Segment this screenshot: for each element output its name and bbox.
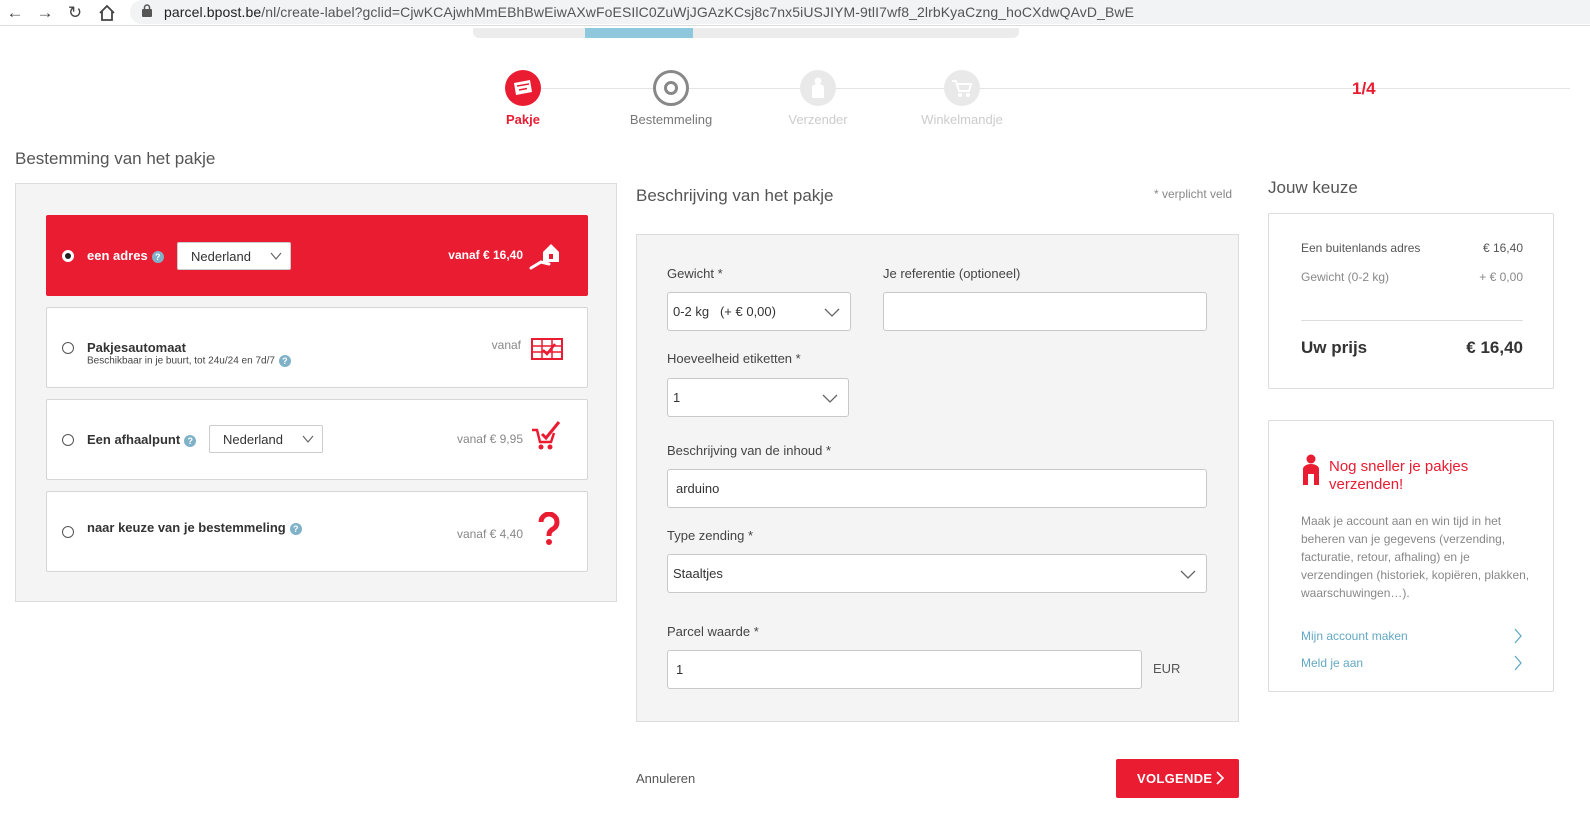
country-select-pickup[interactable]: Nederland <box>209 425 323 453</box>
form-title: Beschrijving van het pakje <box>636 186 834 205</box>
chevron-right-icon <box>1514 655 1522 671</box>
destination-title: Bestemming van het pakje <box>15 149 216 168</box>
summary-line-weight: Gewicht (0-2 kg) + € 0,00 <box>1301 270 1523 284</box>
login-link[interactable]: Meld je aan <box>1301 655 1523 671</box>
summary-divider <box>1301 320 1523 321</box>
parcel-value-input[interactable]: 1 <box>667 650 1142 689</box>
option-label: Pakjesautomaat <box>87 340 186 355</box>
weight-select[interactable]: 0-2 kg (+ € 0,00) <box>667 292 851 331</box>
house-hand-icon <box>529 244 559 270</box>
locker-icon <box>531 338 563 360</box>
promo-text: Maak je account aan en win tijd in het b… <box>1301 514 1530 600</box>
weight-label: Gewicht * <box>667 266 723 281</box>
parcel-value-label: Parcel waarde * <box>667 624 759 639</box>
address-bar[interactable]: parcel.bpost.be/nl/create-label?gclid=Cj… <box>130 0 1590 24</box>
chevron-down-icon <box>822 394 838 403</box>
info-icon[interactable]: ? <box>278 355 291 367</box>
info-icon[interactable]: ? <box>151 250 164 263</box>
chevron-right-icon <box>1216 771 1225 785</box>
option-price: vanaf € 16,40 <box>448 248 523 262</box>
step-label: Pakje <box>506 112 540 127</box>
top-strip-active <box>585 28 693 38</box>
option-label: een adres? <box>87 248 164 263</box>
type-label: Type zending * <box>667 528 754 543</box>
option-label: Een afhaalpunt? <box>87 432 197 447</box>
radio-address[interactable] <box>62 250 74 262</box>
contents-label: Beschrijving van de inhoud * <box>667 443 832 458</box>
back-icon[interactable]: ← <box>4 2 26 24</box>
required-note: * verplicht veld <box>1154 187 1233 201</box>
step-label: Verzender <box>788 112 848 127</box>
target-icon <box>653 70 689 106</box>
chevron-down-icon <box>824 308 840 317</box>
quantity-select[interactable]: 1 <box>667 378 849 417</box>
person-icon <box>1303 454 1319 485</box>
step-pakje[interactable]: Pakje <box>453 70 593 127</box>
radio-parcel-locker[interactable] <box>62 342 74 354</box>
quantity-label: Hoeveelheid etiketten * <box>667 351 801 366</box>
step-winkelmandje[interactable]: Winkelmandje <box>892 70 1032 127</box>
summary-box: Een buitenlands adres € 16,40 Gewicht (0-… <box>1268 213 1554 389</box>
reference-label: Je referentie (optioneel) <box>883 266 1021 281</box>
type-select[interactable]: Staaltjes <box>667 554 1207 593</box>
url-text: parcel.bpost.be/nl/create-label?gclid=Cj… <box>164 4 1135 20</box>
option-price: vanaf € 9,95 <box>456 432 523 446</box>
forward-icon[interactable]: → <box>34 2 56 24</box>
option-pickup-point[interactable]: Een afhaalpunt? Nederland vanaf € 9,95 <box>46 399 588 480</box>
option-price: vanaf € 4,40 <box>456 527 523 541</box>
create-account-link[interactable]: Mijn account maken <box>1301 628 1523 644</box>
lock-icon <box>142 4 152 17</box>
cart-icon <box>944 70 980 106</box>
cancel-link[interactable]: Annuleren <box>636 771 695 786</box>
reload-icon[interactable]: ↻ <box>64 2 86 24</box>
account-promo: Nog sneller je pakjes verzenden! Maak je… <box>1268 420 1554 692</box>
radio-recipient-choice[interactable] <box>62 526 74 538</box>
home-icon[interactable] <box>96 2 118 24</box>
form-panel: Gewicht * 0-2 kg (+ € 0,00) Je referenti… <box>636 234 1239 722</box>
option-recipient-choice[interactable]: naar keuze van je bestemmeling? vanaf € … <box>46 491 588 572</box>
country-select-address[interactable]: Nederland <box>177 242 291 270</box>
chevron-down-icon <box>302 435 314 443</box>
chevron-down-icon <box>1180 570 1196 579</box>
step-verzender[interactable]: Verzender <box>748 70 888 127</box>
next-button[interactable]: VOLGENDE <box>1116 759 1239 798</box>
top-strip <box>473 28 1019 38</box>
currency-label: EUR <box>1153 661 1181 676</box>
promo-title: Nog sneller je pakjes verzenden! <box>1329 458 1469 493</box>
contents-input[interactable]: arduino <box>667 469 1207 508</box>
summary-line-address: Een buitenlands adres € 16,40 <box>1301 241 1523 255</box>
browser-toolbar: ← → ↻ parcel.bpost.be/nl/create-label?gc… <box>0 0 1590 26</box>
cart-check-icon <box>532 421 561 450</box>
info-icon[interactable]: ? <box>184 434 197 447</box>
option-parcel-locker[interactable]: Pakjesautomaat Beschikbaar in je buurt, … <box>46 307 588 388</box>
option-address[interactable]: een adres? Nederland vanaf € 16,40 <box>46 215 588 296</box>
chevron-right-icon <box>1514 628 1522 644</box>
step-label: Bestemmeling <box>629 112 713 127</box>
parcel-icon <box>505 70 541 106</box>
reference-input[interactable] <box>883 292 1207 331</box>
info-icon[interactable]: ? <box>289 522 302 535</box>
summary-title: Jouw keuze <box>1268 178 1358 197</box>
person-icon <box>800 70 836 106</box>
option-label: naar keuze van je bestemmeling? <box>87 520 302 535</box>
radio-pickup-point[interactable] <box>62 434 74 446</box>
option-sub: Beschikbaar in je buurt, tot 24u/24 en 7… <box>87 355 291 367</box>
option-price: vanaf <box>491 338 521 352</box>
destination-panel: een adres? Nederland vanaf € 16,40 Pakje… <box>15 183 617 602</box>
chevron-down-icon <box>270 252 282 260</box>
step-label: Winkelmandje <box>921 112 1003 127</box>
summary-total: Uw prijs € 16,40 <box>1301 338 1523 357</box>
step-counter: 1/4 <box>1352 79 1376 98</box>
step-bestemmeling[interactable]: Bestemmeling <box>601 70 741 127</box>
question-icon <box>538 512 560 545</box>
